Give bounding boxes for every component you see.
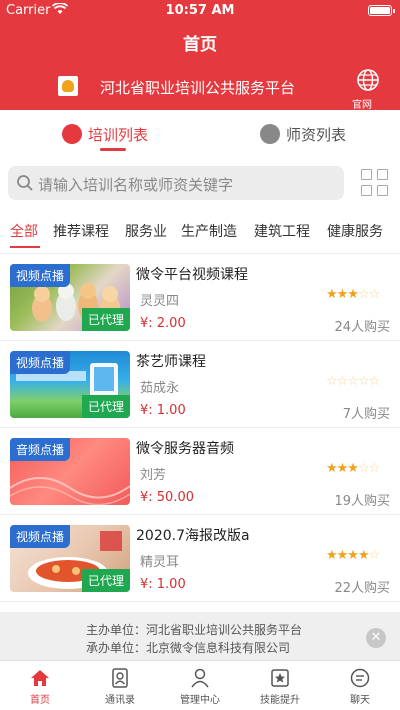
course-price: ¥: 50.00 (140, 490, 194, 505)
buyer-count: 19人购买 (334, 494, 390, 509)
tab-label: 师资列表 (286, 125, 347, 144)
website-link[interactable]: 官网 (352, 96, 372, 111)
agent-badge: 已代理 (81, 569, 130, 592)
course-type-badge: 视频点播 (10, 351, 71, 374)
category-construction[interactable]: 建筑工程 (254, 221, 310, 241)
course-price: ¥: 1.00 (140, 577, 186, 592)
nav-home[interactable]: 首页 (0, 661, 80, 710)
rating-stars: ★★★☆☆ (326, 461, 380, 476)
skill-icon (271, 669, 289, 687)
course-title: 2020.7海报改版a (136, 528, 250, 544)
globe-icon[interactable] (356, 68, 380, 92)
clock: 10:57 AM (165, 3, 235, 18)
nav-label: 通讯录 (105, 695, 135, 706)
course-title: 微令平台视频课程 (136, 267, 248, 283)
chat-icon (350, 668, 370, 688)
course-list: 视频点播 已代理 微令平台视频课程 灵灵四 ¥: 2.00 ★★★☆☆ 24人购… (0, 254, 400, 612)
nav-label: 技能提升 (260, 695, 300, 706)
category-bar: 全部 推荐课程 服务业 生产制造 建筑工程 健康服务 (0, 210, 400, 254)
course-teacher: 精灵耳 (140, 555, 180, 570)
agent-badge: 已代理 (81, 308, 130, 331)
organizer-info: 承办单位：北京微令信息科技有限公司 (86, 641, 291, 655)
tab-indicator (100, 148, 126, 151)
contacts-icon (112, 668, 128, 688)
search-placeholder: 请输入培训名称或师资关键字 (38, 176, 234, 194)
course-teacher: 灵灵四 (140, 294, 180, 309)
nav-label: 首页 (30, 695, 50, 706)
course-thumbnail: 音频点播 (10, 438, 130, 505)
user-icon (191, 668, 209, 688)
course-item-partial[interactable] (0, 602, 400, 612)
sponsor-banner: 主办单位：河北省职业培训公共服务平台 承办单位：北京微令信息科技有限公司 ✕ (0, 612, 400, 660)
grid-view-icon[interactable] (361, 169, 389, 197)
nav-label: 管理中心 (180, 695, 220, 706)
category-recommended[interactable]: 推荐课程 (53, 221, 109, 241)
host-info: 主办单位：河北省职业培训公共服务平台 (86, 623, 303, 637)
app-header: Carrier 10:57 AM 首页 河北省职业培训公共服务平台 官网 (0, 0, 400, 111)
agent-badge: 已代理 (81, 395, 130, 418)
page-title: 首页 (183, 35, 217, 55)
nav-contacts[interactable]: 通讯录 (80, 661, 160, 710)
nav-management[interactable]: 管理中心 (160, 661, 240, 710)
buyer-count: 22人购买 (334, 581, 390, 596)
nav-chat[interactable]: 聊天 (320, 661, 400, 710)
course-thumbnail: 视频点播 已代理 (10, 351, 130, 418)
course-item[interactable]: 视频点播 已代理 微令平台视频课程 灵灵四 ¥: 2.00 ★★★☆☆ 24人购… (0, 254, 400, 341)
buyer-count: 24人购买 (334, 320, 390, 335)
course-price: ¥: 2.00 (140, 316, 186, 331)
battery-tip (393, 9, 395, 13)
category-all[interactable]: 全部 (10, 221, 38, 241)
course-title: 微令服务器音频 (136, 441, 234, 457)
course-type-badge: 视频点播 (10, 264, 71, 287)
course-type-badge: 音频点播 (10, 438, 71, 461)
close-icon[interactable]: ✕ (366, 628, 386, 648)
course-thumbnail: 视频点播 已代理 (10, 264, 130, 331)
status-bar: Carrier 10:57 AM (0, 0, 400, 22)
course-item[interactable]: 视频点播 已代理 2020.7海报改版a 精灵耳 ¥: 1.00 ★★★★☆ 2… (0, 515, 400, 602)
course-thumbnail: 视频点播 已代理 (10, 525, 130, 592)
teacher-icon (260, 124, 280, 144)
course-item[interactable]: 音频点播 微令服务器音频 刘芳 ¥: 50.00 ★★★☆☆ 19人购买 (0, 428, 400, 515)
course-teacher: 茹成永 (140, 381, 180, 396)
category-service[interactable]: 服务业 (125, 221, 167, 241)
battery-icon (368, 5, 392, 16)
category-underline (10, 246, 40, 248)
org-name: 河北省职业培训公共服务平台 (100, 79, 296, 97)
course-price: ¥: 1.00 (140, 403, 186, 418)
rating-stars: ☆☆☆☆☆ (326, 374, 380, 389)
rating-stars: ★★★★☆ (326, 548, 380, 563)
category-health[interactable]: 健康服务 (327, 221, 383, 241)
buyer-count: 7人购买 (342, 407, 390, 422)
search-row: 请输入培训名称或师资关键字 (0, 158, 400, 210)
course-title: 茶艺师课程 (136, 354, 206, 370)
book-icon (62, 124, 82, 144)
tab-label: 培训列表 (88, 125, 149, 144)
course-teacher: 刘芳 (140, 468, 167, 483)
search-icon (17, 175, 33, 191)
org-logo-icon (58, 76, 78, 96)
course-item[interactable]: 视频点播 已代理 茶艺师课程 茹成永 ¥: 1.00 ☆☆☆☆☆ 7人购买 (0, 341, 400, 428)
nav-label: 聊天 (350, 695, 370, 706)
search-input[interactable]: 请输入培训名称或师资关键字 (8, 166, 344, 200)
tab-bar: 培训列表 师资列表 (0, 110, 400, 158)
course-type-badge: 视频点播 (10, 525, 71, 548)
category-manufacturing[interactable]: 生产制造 (181, 221, 237, 241)
bottom-nav: 首页 通讯录 管理中心 技能提升 聊天 (0, 660, 400, 710)
tab-teacher-list[interactable]: 师资列表 (260, 110, 346, 158)
nav-skills[interactable]: 技能提升 (240, 661, 320, 710)
home-icon (31, 670, 49, 686)
rating-stars: ★★★☆☆ (326, 287, 380, 302)
